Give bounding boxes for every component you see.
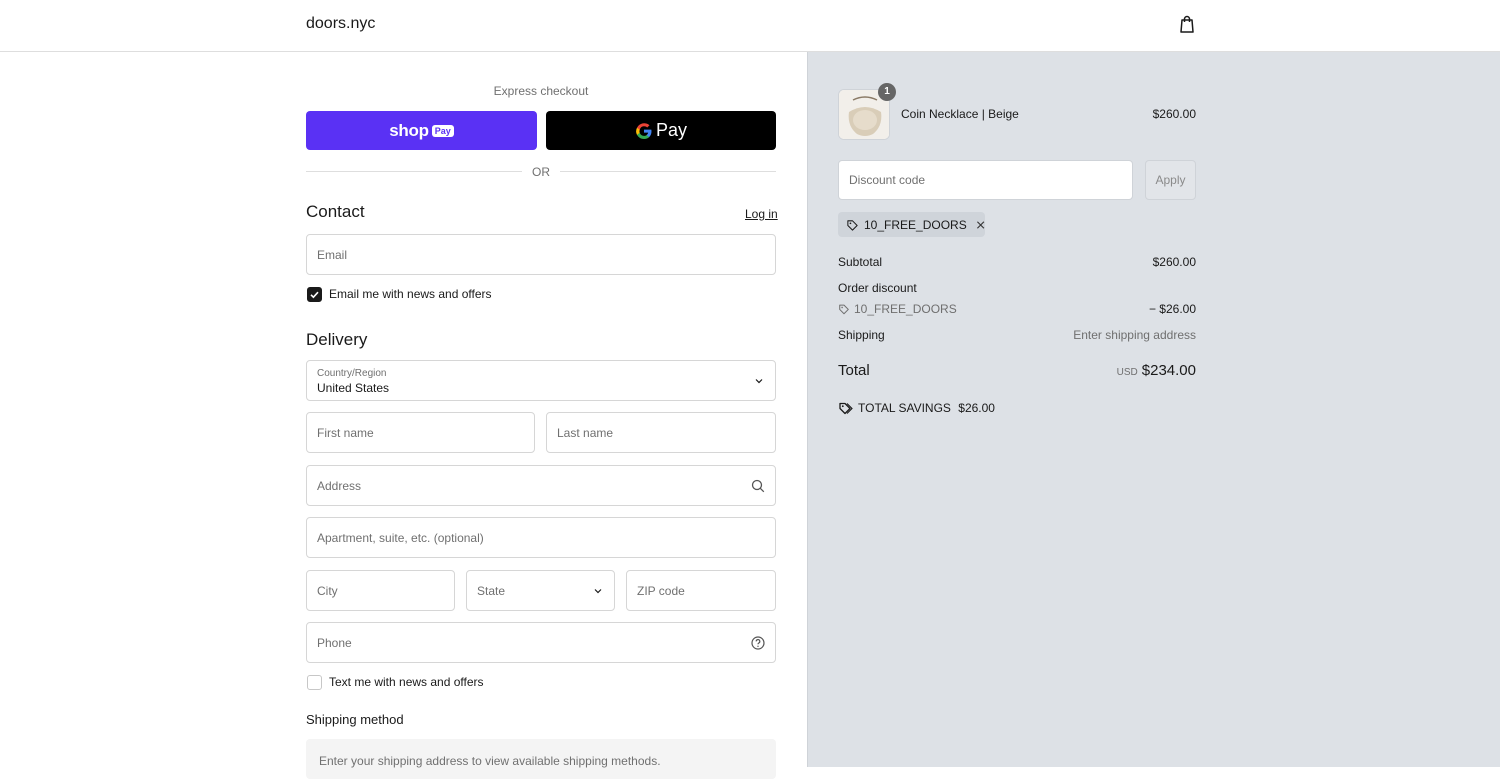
total-amount: USD $234.00	[1040, 362, 1196, 380]
checkmark-icon	[310, 291, 319, 299]
apply-discount-button[interactable]: Apply	[1145, 160, 1196, 200]
first-name-input[interactable]	[317, 425, 534, 440]
order-discount-value: − $26.00	[1148, 302, 1196, 316]
or-divider-text: OR	[532, 165, 550, 179]
product-price: $260.00	[1152, 107, 1196, 121]
state-select[interactable]: State	[466, 570, 615, 611]
shipping-value: Enter shipping address	[1073, 328, 1196, 342]
shipping-label: Shipping	[838, 328, 885, 342]
apartment-input[interactable]	[317, 530, 775, 545]
subtotal-value: $260.00	[1152, 255, 1196, 269]
email-field[interactable]	[306, 234, 776, 275]
zip-code-field[interactable]	[626, 570, 776, 611]
phone-field[interactable]	[306, 622, 776, 663]
first-name-field[interactable]	[306, 412, 535, 453]
last-name-input[interactable]	[557, 425, 775, 440]
shipping-method-heading: Shipping method	[306, 712, 404, 727]
help-circle-icon[interactable]	[751, 636, 765, 650]
address-field[interactable]	[306, 465, 776, 506]
google-pay-button[interactable]: Pay	[546, 111, 776, 150]
total-label: Total	[838, 362, 870, 379]
text-news-label: Text me with news and offers	[329, 675, 484, 689]
email-news-checkbox[interactable]	[307, 287, 322, 302]
zip-code-input[interactable]	[637, 583, 775, 598]
address-input[interactable]	[317, 478, 775, 493]
applied-discount-code: 10_FREE_DOORS	[864, 217, 967, 232]
quantity-badge: 1	[878, 83, 896, 101]
subtotal-label: Subtotal	[838, 255, 883, 269]
apartment-field[interactable]	[306, 517, 776, 558]
google-g-icon	[636, 122, 652, 139]
state-placeholder: State	[477, 583, 506, 598]
total-currency: USD	[1116, 367, 1138, 378]
shipping-method-message: Enter your shipping address to view avai…	[306, 739, 776, 779]
express-checkout-label: Express checkout	[493, 84, 589, 98]
tag-icon	[839, 304, 849, 315]
country-value: United States	[317, 381, 390, 395]
google-pay-text: Pay	[655, 120, 688, 140]
email-input[interactable]	[317, 247, 775, 262]
shop-pay-button[interactable]: shop Pay	[306, 111, 537, 150]
or-divider-left	[306, 171, 522, 172]
search-icon	[751, 479, 765, 493]
discount-code-field[interactable]	[838, 160, 1133, 200]
discount-code-input[interactable]	[849, 173, 1132, 187]
tag-icon	[847, 219, 858, 231]
order-discount-code: 10_FREE_DOORS	[854, 302, 957, 316]
chevron-down-icon	[594, 588, 602, 593]
product-name: Coin Necklace | Beige	[901, 107, 1019, 121]
last-name-field[interactable]	[546, 412, 776, 453]
city-field[interactable]	[306, 570, 455, 611]
country-select[interactable]: Country/Region United States	[306, 360, 776, 401]
store-logo[interactable]: doors.nyc	[306, 15, 375, 33]
delivery-heading: Delivery	[306, 330, 368, 349]
city-input[interactable]	[317, 583, 454, 598]
remove-discount-icon[interactable]	[976, 220, 985, 230]
savings-tag-icon	[839, 402, 853, 415]
phone-input[interactable]	[317, 635, 775, 650]
total-savings: TOTAL SAVINGS $26.00	[858, 401, 995, 415]
email-news-label: Email me with news and offers	[329, 287, 492, 301]
total-value: $234.00	[1141, 362, 1196, 379]
contact-heading: Contact	[306, 202, 365, 221]
header: doors.nyc	[0, 0, 1500, 52]
order-discount-label: Order discount	[838, 281, 917, 295]
or-divider-right	[560, 171, 776, 172]
log-in-link[interactable]: Log in	[745, 207, 778, 221]
applied-discount-chip: 10_FREE_DOORS	[838, 212, 985, 237]
shop-pay-chip: Pay	[431, 124, 454, 137]
total-savings-value: $26.00	[958, 401, 995, 415]
chevron-down-icon	[755, 378, 763, 383]
country-label: Country/Region	[317, 368, 387, 379]
text-news-checkbox[interactable]	[307, 675, 322, 690]
total-savings-label: TOTAL SAVINGS	[858, 401, 951, 415]
shopping-bag-icon[interactable]	[1177, 14, 1197, 34]
shop-pay-word: shop	[389, 120, 429, 140]
